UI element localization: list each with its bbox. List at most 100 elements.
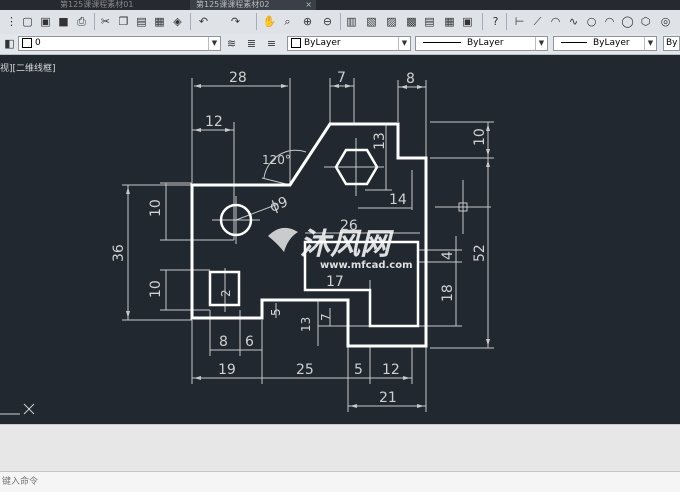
dim-12-bottom: 12: [382, 362, 400, 378]
watermark-site: www.mfcad.com: [320, 260, 413, 271]
dim-12: 12: [205, 114, 223, 130]
open-file-icon[interactable]: ▣: [38, 14, 53, 29]
dim-6: 6: [245, 334, 254, 350]
toolbar-separator: [340, 13, 341, 30]
dim-13-hex: 13: [372, 132, 388, 150]
layer-previous-icon[interactable]: ≣: [244, 36, 259, 51]
new-file-icon[interactable]: ▢: [20, 14, 35, 29]
line-icon[interactable]: ⊢: [512, 14, 527, 29]
dim-5: 5: [269, 308, 283, 316]
dim-120-angle: 120°: [262, 153, 291, 167]
document-tab-2[interactable]: 第125课课程素材02 ×: [190, 0, 316, 10]
circle-icon[interactable]: ○: [584, 14, 599, 29]
hatch-icon[interactable]: ▣: [460, 14, 475, 29]
dim-phi9: ϕ9: [268, 194, 291, 216]
grip-icon: ⋮: [6, 15, 17, 28]
dim-2: 2: [219, 289, 233, 297]
dim-21: 21: [379, 390, 397, 406]
dim-36: 36: [111, 244, 127, 262]
linetype-dropdown[interactable]: ByLayer ▼: [415, 36, 548, 51]
zoom-previous-icon[interactable]: ⊖: [320, 14, 335, 29]
polyline-icon[interactable]: ⟋: [530, 14, 545, 29]
chevron-down-icon: ▼: [535, 37, 547, 50]
chevron-down-icon: ▼: [398, 37, 410, 50]
toolbar-separator: [94, 13, 95, 30]
document-tab-bar: 第125课课程素材01 第125课课程素材02 ×: [0, 0, 680, 10]
lineweight-sample: [561, 42, 587, 43]
block-icon[interactable]: ◈: [170, 14, 185, 29]
dim-7-lower: 7: [319, 313, 333, 321]
zoom-realtime-icon[interactable]: ⌕: [280, 14, 295, 29]
paste-icon[interactable]: ▤: [134, 14, 149, 29]
dim-4: 4: [440, 251, 456, 260]
calculator-icon[interactable]: ▦: [442, 14, 457, 29]
properties-bar: ◧ 0 ▼ ≋ ≣ ≡ ByLayer ▼ ByLayer ▼ ByLayer …: [0, 34, 680, 55]
toolbar-separator: [482, 13, 483, 30]
dim-10-lower: 10: [148, 280, 164, 298]
match-properties-icon[interactable]: ▦: [152, 14, 167, 29]
color-swatch: [291, 37, 301, 48]
layer-color-swatch: [22, 37, 32, 48]
properties-icon[interactable]: ▥: [344, 14, 359, 29]
revision-cloud-icon[interactable]: ◎: [658, 14, 673, 29]
tab-label: 第125课课程素材01: [60, 0, 134, 9]
layer-state-icon[interactable]: ≡: [264, 36, 279, 51]
cut-icon[interactable]: ✂: [98, 14, 113, 29]
drawing-viewport[interactable]: 视][二维线框] 沐风网 www.mfcad.com 28 7 8 12 120…: [0, 55, 680, 424]
design-center-icon[interactable]: ▧: [364, 14, 379, 29]
ucs-icon: [0, 403, 35, 415]
chevron-down-icon: ▼: [644, 37, 656, 50]
redo-icon[interactable]: ↷: [228, 14, 243, 29]
close-tab-icon[interactable]: ×: [305, 0, 312, 10]
dim-14: 14: [389, 192, 407, 208]
layer-value: 0: [35, 38, 41, 48]
markup-icon[interactable]: ▤: [422, 14, 437, 29]
layer-manager-icon[interactable]: ◧: [2, 36, 17, 51]
dim-52: 52: [472, 244, 488, 262]
color-dropdown[interactable]: ByLayer ▼: [287, 36, 411, 51]
pan-icon[interactable]: ✋: [262, 14, 277, 29]
copy-icon[interactable]: ❐: [116, 14, 131, 29]
dim-26: 26: [340, 218, 358, 234]
document-tab-1[interactable]: 第125课课程素材01: [60, 0, 180, 10]
dim-7: 7: [337, 70, 346, 86]
dim-19: 19: [218, 362, 236, 378]
ellipse-icon[interactable]: ◯: [620, 14, 635, 29]
command-history-panel: [0, 424, 680, 472]
command-line: [0, 471, 680, 492]
chevron-down-icon: ▼: [208, 37, 220, 50]
dim-10-left: 10: [148, 199, 164, 217]
dim-25: 25: [296, 362, 314, 378]
command-input[interactable]: [0, 474, 678, 489]
save-icon[interactable]: ■: [56, 14, 71, 29]
tab-label: 第125课课程素材02: [196, 0, 270, 9]
polygon-icon[interactable]: ⬡: [638, 14, 653, 29]
dim-13-lower: 13: [299, 317, 313, 332]
toolbar-separator: [256, 13, 257, 30]
linetype-value: ByLayer: [467, 38, 504, 48]
toolbar-separator: [190, 13, 191, 30]
undo-icon[interactable]: ↶: [196, 14, 211, 29]
color-value: ByLayer: [304, 38, 341, 48]
sheet-set-icon[interactable]: ▩: [404, 14, 419, 29]
standard-toolbar: ⋮ ▢ ▣ ■ ⎙ ✂ ❐ ▤ ▦ ◈ ↶ ↷ ✋ ⌕ ⊕ ⊖ ▥ ▧ ▨ ▩ …: [0, 10, 680, 35]
drawing-canvas[interactable]: 沐风网 www.mfcad.com 28 7 8 12 120° 13 10 1…: [0, 55, 680, 424]
layer-dropdown[interactable]: 0 ▼: [18, 36, 221, 51]
help-icon[interactable]: ?: [488, 14, 503, 29]
plot-style-value: By: [666, 38, 678, 48]
arc-3point-icon[interactable]: ◠: [602, 14, 617, 29]
toolbar-separator: [506, 13, 507, 30]
tool-palettes-icon[interactable]: ▨: [384, 14, 399, 29]
zoom-window-icon[interactable]: ⊕: [300, 14, 315, 29]
make-current-layer-icon[interactable]: ≋: [224, 36, 239, 51]
dim-5-bottom: 5: [354, 362, 363, 378]
dim-28: 28: [229, 70, 247, 86]
plot-icon[interactable]: ⎙: [74, 14, 89, 29]
arc-icon[interactable]: ◠: [548, 14, 563, 29]
lineweight-dropdown[interactable]: ByLayer ▼: [553, 36, 657, 51]
spline-icon[interactable]: ∿: [566, 14, 581, 29]
dim-8: 8: [406, 71, 415, 87]
lineweight-value: ByLayer: [593, 38, 630, 48]
linetype-sample: [423, 42, 461, 43]
plot-style-dropdown[interactable]: By: [663, 36, 680, 51]
